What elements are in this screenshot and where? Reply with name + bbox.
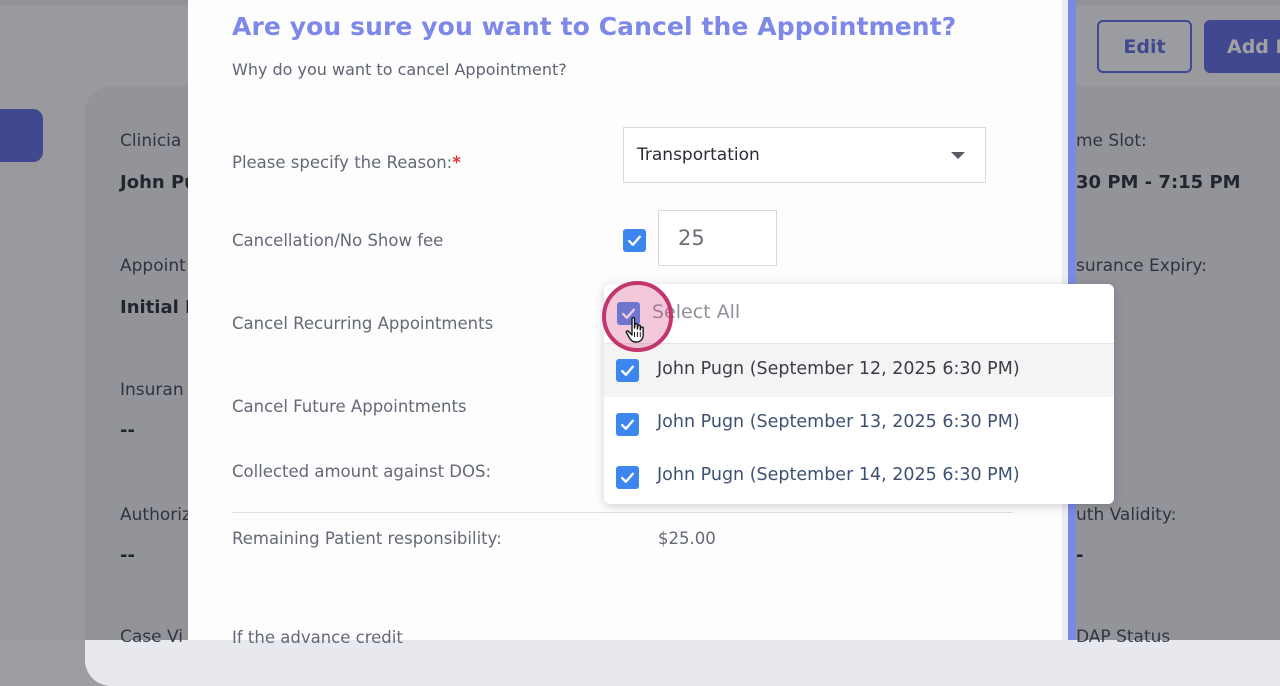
- reason-label-text: Please specify the Reason:: [232, 153, 453, 172]
- check-icon: [621, 472, 634, 483]
- select-all-option[interactable]: Select All: [604, 284, 1114, 344]
- required-mark: *: [452, 153, 461, 172]
- modal-subtitle: Why do you want to cancel Appointment?: [232, 60, 567, 79]
- check-icon: [621, 365, 634, 376]
- appointment-option-checkbox[interactable]: [616, 413, 639, 436]
- check-icon: [628, 235, 641, 246]
- cancel-future-label: Cancel Future Appointments: [232, 397, 467, 416]
- check-icon: [621, 419, 634, 430]
- modal-title: Are you sure you want to Cancel the Appo…: [232, 12, 957, 41]
- appointment-option-checkbox[interactable]: [616, 466, 639, 489]
- fee-checkbox[interactable]: [623, 229, 646, 252]
- recurring-appointments-dropdown: Select All John Pugn (September 12, 2025…: [604, 284, 1114, 504]
- divider: [232, 512, 1013, 513]
- chevron-down-icon: [951, 152, 965, 159]
- appointment-option[interactable]: John Pugn (September 14, 2025 6:30 PM): [604, 450, 1114, 503]
- advance-credit-label: If the advance credit: [232, 628, 403, 647]
- remaining-responsibility-value: $25.00: [658, 529, 716, 548]
- hand-pointer-icon: [625, 316, 644, 343]
- reason-label: Please specify the Reason:*: [232, 153, 461, 172]
- appointment-option-label: John Pugn (September 12, 2025 6:30 PM): [657, 359, 1020, 379]
- appointment-option[interactable]: John Pugn (September 13, 2025 6:30 PM): [604, 397, 1114, 450]
- reason-selected-value: Transportation: [637, 145, 760, 165]
- appointment-option[interactable]: John Pugn (September 12, 2025 6:30 PM): [604, 344, 1114, 397]
- collected-amount-label: Collected amount against DOS:: [232, 462, 492, 481]
- cancel-recurring-label: Cancel Recurring Appointments: [232, 314, 494, 333]
- appointment-option-label: John Pugn (September 13, 2025 6:30 PM): [657, 412, 1020, 432]
- appointment-option-label: John Pugn (September 14, 2025 6:30 PM): [657, 465, 1020, 485]
- fee-label: Cancellation/No Show fee: [232, 231, 444, 250]
- reason-select[interactable]: Transportation: [623, 127, 986, 183]
- remaining-responsibility-label: Remaining Patient responsibility:: [232, 529, 502, 548]
- fee-amount-input[interactable]: 25: [658, 210, 777, 266]
- appointment-option-checkbox[interactable]: [616, 359, 639, 382]
